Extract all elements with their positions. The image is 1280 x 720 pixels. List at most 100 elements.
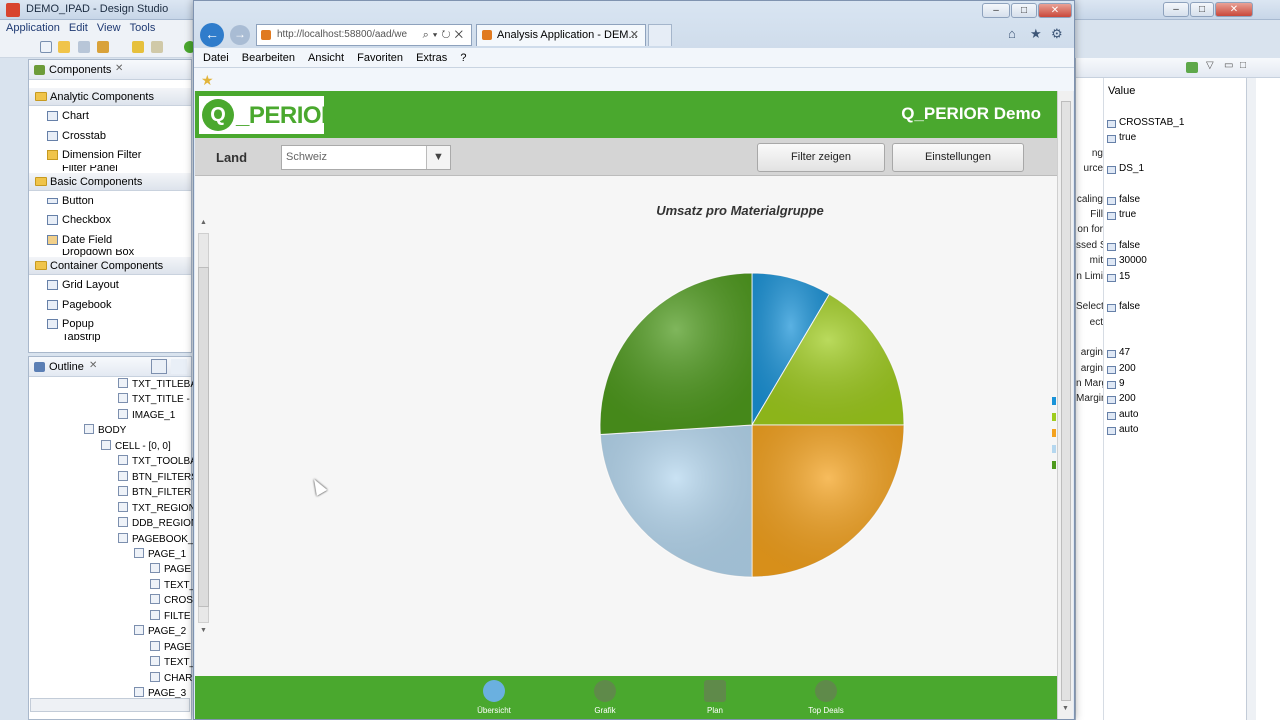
tree-node-icon [134, 625, 144, 636]
tree-node-icon [118, 455, 128, 466]
outline-tree-row[interactable]: PAGE [150, 640, 191, 656]
new-tab-button[interactable] [648, 24, 672, 46]
component-filter-panel[interactable]: Filter Panel [29, 165, 191, 173]
add-favorite-icon[interactable]: ★ [201, 72, 214, 89]
menu-ansicht[interactable]: Ansicht [308, 48, 344, 68]
properties-scrollbar[interactable] [1246, 78, 1256, 720]
outline-tree-row[interactable]: DDB_REGION [118, 517, 198, 532]
outline-tree-row[interactable]: PAGE [150, 563, 191, 578]
tree-node-icon [150, 640, 160, 651]
outline-tree-row[interactable]: BTN_FILTERS [118, 470, 198, 486]
outline-tree-row[interactable]: CROS [150, 594, 193, 609]
component-crosstab[interactable]: Crosstab [29, 126, 191, 146]
design-studio-app-icon [6, 3, 20, 17]
favorites-star-icon[interactable]: ★ [1030, 26, 1042, 42]
address-actions-icon[interactable]: ⌕▾↻✕ [422, 25, 467, 45]
filter-show-button[interactable]: Filter zeigen [757, 143, 885, 172]
browser-minimize-button[interactable]: – [982, 3, 1010, 18]
outline-tree-row[interactable]: FILTE [150, 609, 190, 625]
menu-help[interactable]: ? [460, 48, 466, 68]
menu-bearbeiten[interactable]: Bearbeiten [242, 48, 295, 68]
pin-icon[interactable] [1186, 62, 1198, 73]
menu-application[interactable]: Application [6, 22, 60, 34]
component-label: Grid Layout [62, 279, 119, 291]
open-icon[interactable] [58, 41, 70, 53]
new-icon[interactable] [40, 41, 52, 53]
outline-tree-row[interactable]: BTN_FILTER [118, 486, 191, 501]
deploy-icon[interactable] [97, 41, 109, 53]
settings-button[interactable]: Einstellungen [892, 143, 1024, 172]
view-menu-icon[interactable]: ▽ [1206, 60, 1214, 71]
tree-view-icon[interactable] [151, 359, 167, 374]
address-bar[interactable]: http://localhost:58800/aad/we ⌕▾↻✕ [256, 24, 472, 46]
settings-gear-icon[interactable]: ⚙ [1051, 26, 1063, 42]
component-checkbox[interactable]: Checkbox [29, 210, 191, 230]
menu-favoriten[interactable]: Favoriten [357, 48, 403, 68]
sort-icon[interactable] [171, 359, 187, 374]
save-icon[interactable] [78, 41, 90, 53]
outline-tree-row[interactable]: BODY [84, 424, 126, 439]
browser-maximize-button[interactable]: □ [1011, 3, 1037, 18]
tree-node-icon [150, 578, 160, 589]
undo-icon[interactable] [132, 41, 144, 53]
outline-tree-row[interactable]: CHAR [150, 671, 192, 687]
browser-close-button[interactable]: ✕ [1038, 3, 1072, 18]
outline-tree-row[interactable]: TXT_TITLEBA [118, 378, 197, 393]
category-analytic-components[interactable]: Analytic Components [29, 88, 191, 106]
tree-node-label: TEXT_ [164, 657, 196, 669]
component-dropdown-box[interactable]: Dropdown Box [29, 249, 191, 257]
maximize-button[interactable]: □ [1190, 2, 1214, 17]
category-container-components[interactable]: Container Components [29, 257, 191, 275]
menu-tools[interactable]: Tools [130, 22, 156, 34]
footer-item-uebersicht[interactable]: Übersicht [464, 680, 524, 715]
component-button[interactable]: Button [29, 191, 191, 211]
outline-panel-title: Outline [49, 361, 84, 373]
outline-tree-row[interactable]: PAGE_1 [134, 547, 186, 563]
minimize-button[interactable]: – [1163, 2, 1189, 17]
redo-icon[interactable] [151, 41, 163, 53]
outline-tree-row[interactable]: PAGEBOOK_1 [118, 532, 199, 548]
outline-tree-row[interactable]: PAGE_2 [134, 625, 186, 640]
outline-horizontal-scrollbar[interactable] [30, 698, 190, 712]
land-dropdown[interactable]: Schweiz ▼ [281, 145, 451, 170]
footer-item-plan[interactable]: Plan [685, 680, 745, 715]
component-popup[interactable]: Popup [29, 314, 191, 334]
outline-tree-row[interactable]: TEXT_ [150, 578, 195, 594]
close-view-icon[interactable]: ✕ [89, 360, 97, 371]
minimize-view-icon[interactable]: ▭ [1224, 60, 1233, 71]
back-button[interactable]: ← [200, 23, 224, 47]
component-chart[interactable]: Chart [29, 106, 191, 126]
close-view-icon[interactable]: ✕ [115, 63, 123, 74]
forward-button[interactable]: → [230, 25, 250, 45]
component-dimension-filter[interactable]: Dimension Filter [29, 145, 191, 165]
category-basic-components[interactable]: Basic Components [29, 172, 191, 191]
outline-tree-row[interactable]: TXT_REGION [118, 501, 196, 517]
outline-tree-row[interactable]: TEXT_ [150, 656, 195, 671]
menu-datei[interactable]: Datei [203, 48, 229, 68]
chevron-down-icon[interactable]: ▼ [426, 146, 450, 169]
component-pagebook[interactable]: Pagebook [29, 295, 191, 315]
footer-item-grafik[interactable]: Grafik [575, 680, 635, 715]
component-grid-layout[interactable]: Grid Layout [29, 275, 191, 295]
browser-tab[interactable]: Analysis Application - DEM... ✕ [476, 24, 646, 46]
footer-item-top-deals[interactable]: Top Deals [796, 680, 856, 715]
outline-tree-row[interactable]: CELL - [0, 0] [101, 439, 171, 455]
page-scroll-down-icon[interactable]: ▼ [1062, 705, 1069, 712]
tab-close-icon[interactable]: ✕ [630, 25, 639, 45]
close-button[interactable]: ✕ [1215, 2, 1253, 17]
category-label: Container Components [50, 260, 164, 272]
outline-tree-row[interactable]: TXT_TITLE - [118, 393, 190, 408]
properties-panel-header: ▽ ▭ □ [1076, 58, 1280, 78]
maximize-view-icon[interactable]: □ [1240, 60, 1246, 71]
component-tabstrip[interactable]: Tabstrip [29, 334, 191, 342]
outline-tree-row[interactable]: IMAGE_1 [118, 408, 175, 424]
page-scrollbar[interactable]: ▼ [1057, 91, 1073, 719]
outline-tree-row[interactable]: TXT_TOOLBA [118, 455, 197, 470]
menu-view[interactable]: View [97, 22, 121, 34]
page-scroll-thumb[interactable] [1061, 101, 1071, 701]
legend-swatch [1052, 445, 1056, 453]
home-icon[interactable]: ⌂ [1008, 26, 1016, 41]
menu-edit[interactable]: Edit [69, 22, 88, 34]
menu-extras[interactable]: Extras [416, 48, 447, 68]
component-date-field[interactable]: Date Field [29, 230, 191, 250]
